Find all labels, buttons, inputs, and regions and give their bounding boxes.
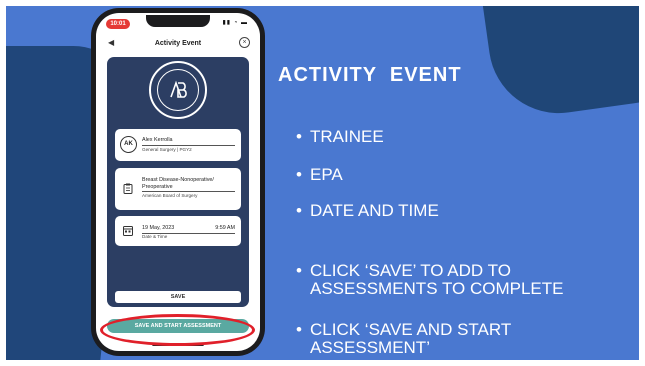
clipboard-icon	[123, 183, 133, 194]
datetime-card[interactable]: 19 May, 2023 9:59 AM Date & Time	[115, 216, 241, 246]
decorative-shape-right	[480, 6, 639, 123]
seal-logo	[149, 61, 207, 119]
phone-screen: 10:01 ▮▮ ◔ ▬ ◀ Activity Event × AK Alex …	[96, 13, 260, 351]
signal-battery-icon: ▮▮ ◔ ▬	[222, 20, 248, 26]
page-title: Activity Event	[154, 40, 202, 47]
status-bar: 10:01 ▮▮ ◔ ▬	[96, 13, 260, 35]
slide-heading: ACTIVITY EVENT	[278, 64, 462, 86]
phone-notch	[146, 15, 210, 27]
calendar-icon	[123, 226, 133, 236]
epa-board: American Board of Surgery	[142, 193, 198, 198]
close-icon[interactable]: ×	[239, 37, 250, 48]
highlight-circle	[100, 314, 255, 346]
save-button[interactable]: SAVE	[115, 291, 241, 303]
phone-frame: 10:01 ▮▮ ◔ ▬ ◀ Activity Event × AK Alex …	[91, 8, 265, 356]
epa-title: Breast Disease-Nonoperative/ Preoperativ…	[142, 177, 235, 192]
nav-bar: ◀ Activity Event ×	[96, 35, 260, 53]
datetime-label: Date & Time	[142, 234, 168, 239]
epa-card[interactable]: Breast Disease-Nonoperative/ Preoperativ…	[115, 168, 241, 210]
time-value: 9:59 AM	[215, 225, 235, 231]
activity-panel: AK Alex Kerrolla General Surgery | PGY2 …	[107, 57, 249, 307]
seal-mark-icon	[170, 80, 187, 98]
avatar: AK	[120, 136, 137, 153]
status-time: 10:01	[106, 19, 130, 29]
trainee-name: Alex Kerrolla	[142, 137, 235, 146]
trainee-detail: General Surgery | PGY2	[142, 147, 192, 152]
trainee-card[interactable]: AK Alex Kerrolla General Surgery | PGY2	[115, 129, 241, 161]
